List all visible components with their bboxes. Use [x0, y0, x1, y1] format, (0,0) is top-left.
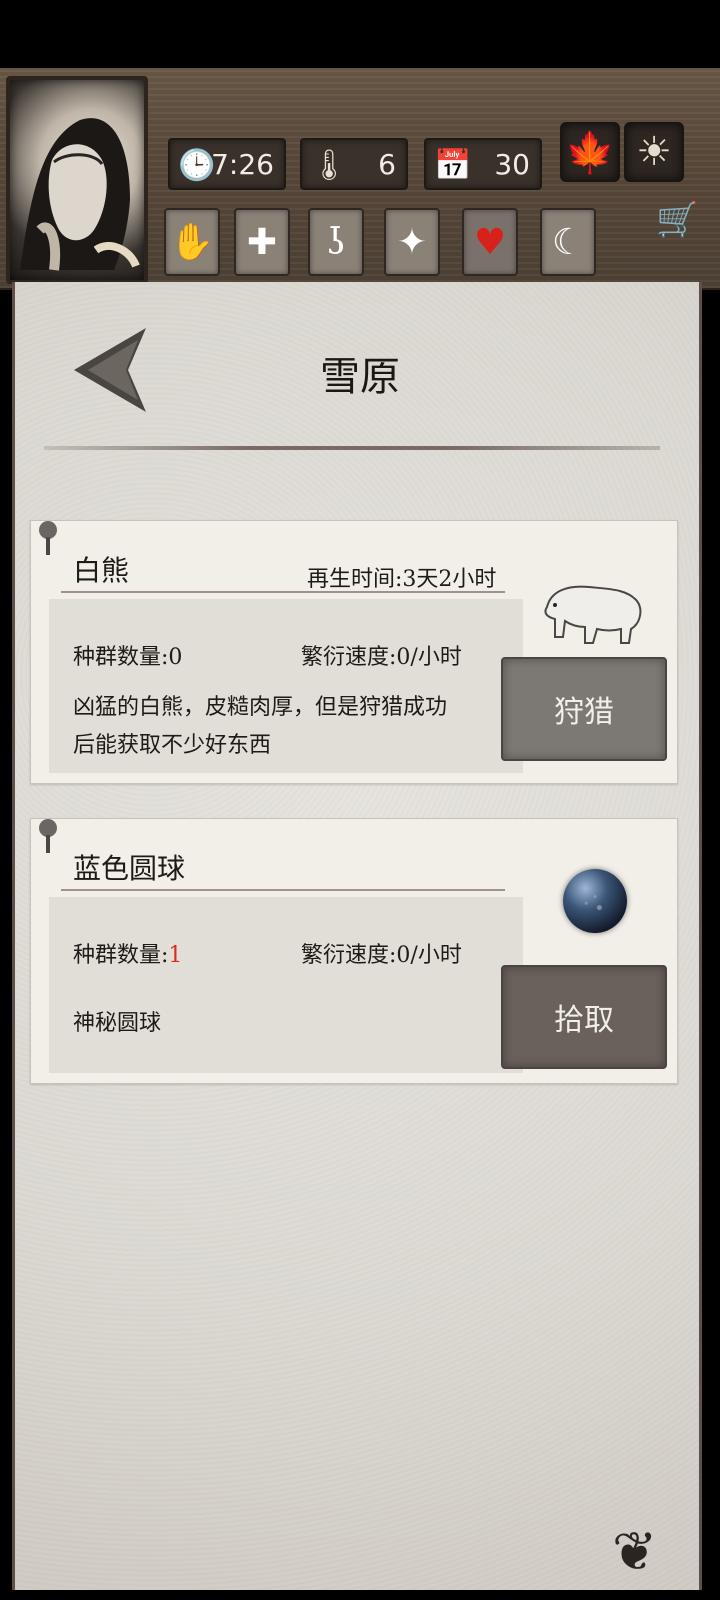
entry-card-blue-orb: 蓝色圆球 种群数量:1 繁衍速度:0/小时 神秘圆球 拾取 — [30, 818, 678, 1084]
breed-value: 0/小时 — [396, 943, 462, 968]
hand-icon: ✋ — [169, 222, 215, 263]
hunt-button[interactable]: 狩猎 — [501, 657, 667, 761]
health-button[interactable]: ✚ — [234, 208, 290, 276]
branch-decoration-icon: ❦ — [612, 1520, 658, 1583]
entry-details — [49, 897, 523, 1073]
polar-bear-icon — [544, 585, 642, 644]
breed-value: 0/小时 — [396, 645, 462, 670]
temperature-display: 🌡 6 — [300, 138, 408, 190]
population-value: 0 — [168, 645, 183, 670]
entry-name: 白熊 — [73, 554, 130, 587]
pin-icon — [39, 819, 57, 853]
moon-icon: ☾ — [551, 221, 585, 263]
description-line-1: 神秘圆球 — [73, 1011, 162, 1036]
name-underline — [61, 591, 505, 593]
description-line-1: 凶猛的白熊，皮糙肉厚，但是狩猎成功 — [73, 695, 448, 720]
breed-rate: 繁衍速度:0/小时 — [301, 645, 462, 670]
shop-cart-button[interactable]: 🛒 — [656, 200, 700, 240]
population-label: 种群数量:1 — [73, 943, 183, 968]
cart-icon: 🛒 — [656, 200, 699, 240]
description-line-2: 后能获取不少好东西 — [73, 733, 272, 758]
temperature-value: 6 — [378, 147, 396, 181]
season-leaf-button[interactable]: 🍁 — [560, 122, 620, 182]
page-title: 雪原 — [320, 354, 400, 400]
heart-button[interactable]: ♥ — [462, 208, 518, 276]
clock-icon: 🕒 — [178, 148, 216, 183]
day-display: 📅 30 — [424, 138, 542, 190]
hunger-button[interactable]: ʖ — [308, 208, 364, 276]
entry-name: 蓝色圆球 — [73, 852, 186, 885]
heart-icon: ♥ — [473, 221, 507, 263]
pin-icon — [39, 521, 57, 555]
maple-leaf-icon: 🍁 — [565, 129, 615, 176]
pickup-button-label: 拾取 — [554, 1003, 614, 1038]
population-label: 种群数量:0 — [73, 645, 183, 670]
respawn-time: 再生时间:3天2小时 — [307, 567, 497, 592]
breed-rate: 繁衍速度:0/小时 — [301, 943, 462, 968]
day-value: 30 — [494, 147, 530, 181]
stomach-icon: ʖ — [326, 221, 346, 263]
sanity-button[interactable]: ✦ — [384, 208, 440, 276]
mind-icon: ✦ — [396, 221, 428, 263]
name-underline — [61, 889, 505, 891]
title-divider — [44, 446, 660, 450]
character-portrait[interactable] — [6, 76, 148, 284]
time-display: 🕒 17:26 — [168, 138, 286, 190]
population-value: 1 — [168, 943, 183, 968]
night-button[interactable]: ☾ — [540, 208, 596, 276]
hunt-button-label: 狩猎 — [554, 695, 614, 730]
thermometer-icon: 🌡 — [310, 148, 349, 183]
blue-orb-icon — [563, 869, 627, 933]
pickup-button[interactable]: 拾取 — [501, 965, 667, 1069]
plus-icon: ✚ — [246, 221, 278, 263]
weather-sun-button[interactable]: ☀ — [624, 122, 684, 182]
calendar-icon: 📅 — [434, 148, 472, 183]
sun-icon: ☀ — [636, 129, 672, 175]
entry-card-polar-bear: 白熊 再生时间:3天2小时 种群数量:0 繁衍速度:0/小时 凶猛的白熊，皮糙肉… — [30, 520, 678, 784]
hand-button[interactable]: ✋ — [164, 208, 220, 276]
